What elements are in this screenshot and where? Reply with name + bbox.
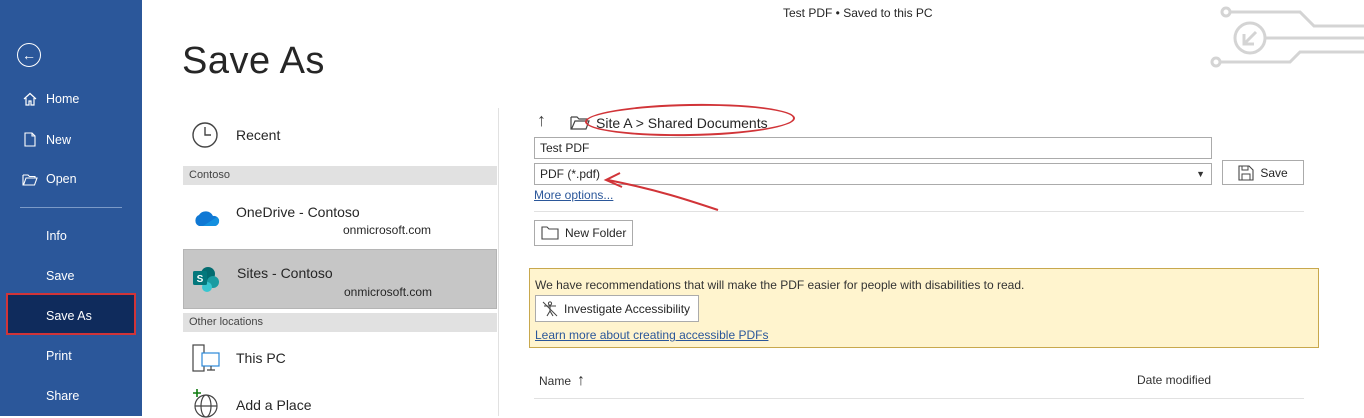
new-document-icon <box>22 132 38 147</box>
circuit-decoration-icon <box>1210 6 1364 68</box>
location-sites[interactable]: S Sites - Contoso onmicrosoft.com <box>183 249 497 309</box>
location-add-place[interactable]: Add a Place <box>183 384 497 418</box>
location-recent[interactable]: Recent <box>183 112 497 156</box>
new-folder-button[interactable]: New Folder <box>534 220 633 246</box>
computer-icon <box>192 344 220 372</box>
home-icon <box>22 92 38 106</box>
column-header-name[interactable]: Name ↑ <box>539 372 585 390</box>
svg-text:S: S <box>197 274 204 285</box>
section-contoso: Contoso <box>183 166 497 185</box>
sort-ascending-icon: ↑ <box>577 372 586 389</box>
up-arrow-icon[interactable]: ↑ <box>537 110 546 131</box>
accessibility-message: We have recommendations that will make t… <box>535 278 1025 292</box>
nav-item-save-as[interactable]: Save As <box>46 309 92 323</box>
nav-separator <box>20 207 122 208</box>
nav-item-open[interactable]: Open <box>22 172 77 186</box>
sharepoint-icon: S <box>193 267 219 292</box>
red-annotation-arrow <box>603 172 719 211</box>
nav-item-share[interactable]: Share <box>46 389 79 403</box>
accessibility-icon <box>542 300 558 316</box>
learn-accessible-pdfs-link[interactable]: Learn more about creating accessible PDF… <box>535 328 768 342</box>
nav-item-print[interactable]: Print <box>46 349 72 363</box>
nav-item-info[interactable]: Info <box>46 229 67 243</box>
investigate-accessibility-button[interactable]: Investigate Accessibility <box>535 295 699 322</box>
header-divider <box>534 398 1304 399</box>
backstage-nav: ← Home New Open Info Save Save As Print … <box>0 0 142 416</box>
new-folder-icon <box>541 226 559 240</box>
more-options-link[interactable]: More options... <box>534 188 613 202</box>
onedrive-cloud-icon <box>195 211 220 226</box>
file-type-value: PDF (*.pdf) <box>540 167 601 181</box>
divider-line <box>534 211 1304 212</box>
open-folder-icon <box>22 173 38 186</box>
location-this-pc[interactable]: This PC <box>183 338 497 378</box>
nav-item-new[interactable]: New <box>22 132 71 147</box>
file-name-field[interactable]: Test PDF <box>534 137 1212 159</box>
save-pdf-icon <box>1238 164 1254 181</box>
panel-divider <box>498 108 499 416</box>
clock-icon <box>192 122 218 148</box>
nav-item-save[interactable]: Save <box>46 269 75 283</box>
chevron-down-icon: ▼ <box>1196 169 1205 179</box>
accessibility-banner: We have recommendations that will make t… <box>529 268 1319 348</box>
globe-add-icon <box>193 389 218 418</box>
red-annotation-ellipse <box>584 102 796 138</box>
window-title: Test PDF • Saved to this PC <box>783 6 933 20</box>
back-arrow-icon[interactable]: ← <box>17 43 41 67</box>
page-title: Save As <box>182 40 325 82</box>
section-other-locations: Other locations <box>183 313 497 332</box>
save-button[interactable]: Save <box>1222 160 1304 185</box>
nav-item-home[interactable]: Home <box>22 92 79 106</box>
location-onedrive[interactable]: OneDrive - Contoso onmicrosoft.com <box>183 195 497 245</box>
column-header-date-modified[interactable]: Date modified <box>1137 373 1211 387</box>
